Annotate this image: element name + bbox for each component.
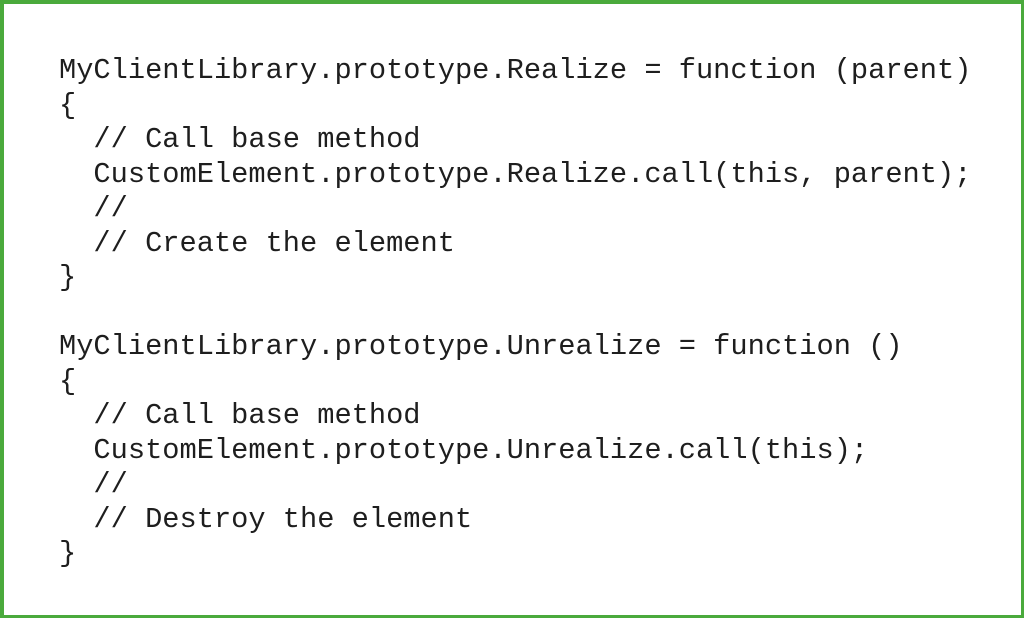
code-line-comment: // Call base method (59, 399, 421, 432)
code-line-open-brace: { (59, 88, 77, 122)
code-line-comment: // (59, 468, 128, 501)
code-line-close-brace: } (59, 261, 77, 294)
code-listing-frame: MyClientLibrary.prototype.Realize = func… (0, 0, 1024, 618)
code-line-comment: // Call base method (59, 123, 421, 156)
code-line-base-call: CustomElement.prototype.Realize.call(thi… (59, 157, 972, 191)
code-line-comment: // Destroy the element (59, 502, 473, 536)
code-line-close-brace: } (59, 537, 77, 570)
code-block: MyClientLibrary.prototype.Realize = func… (59, 54, 971, 572)
code-line-unrealize-signature: MyClientLibrary.prototype.Unrealize = fu… (59, 330, 903, 363)
code-line-comment: // Create the element (59, 226, 455, 260)
code-line-comment: // (59, 192, 128, 225)
code-line-realize-signature: MyClientLibrary.prototype.Realize = func… (59, 54, 972, 87)
code-line-base-call: CustomElement.prototype.Unrealize.call(t… (59, 433, 869, 467)
code-line-open-brace: { (59, 364, 77, 398)
